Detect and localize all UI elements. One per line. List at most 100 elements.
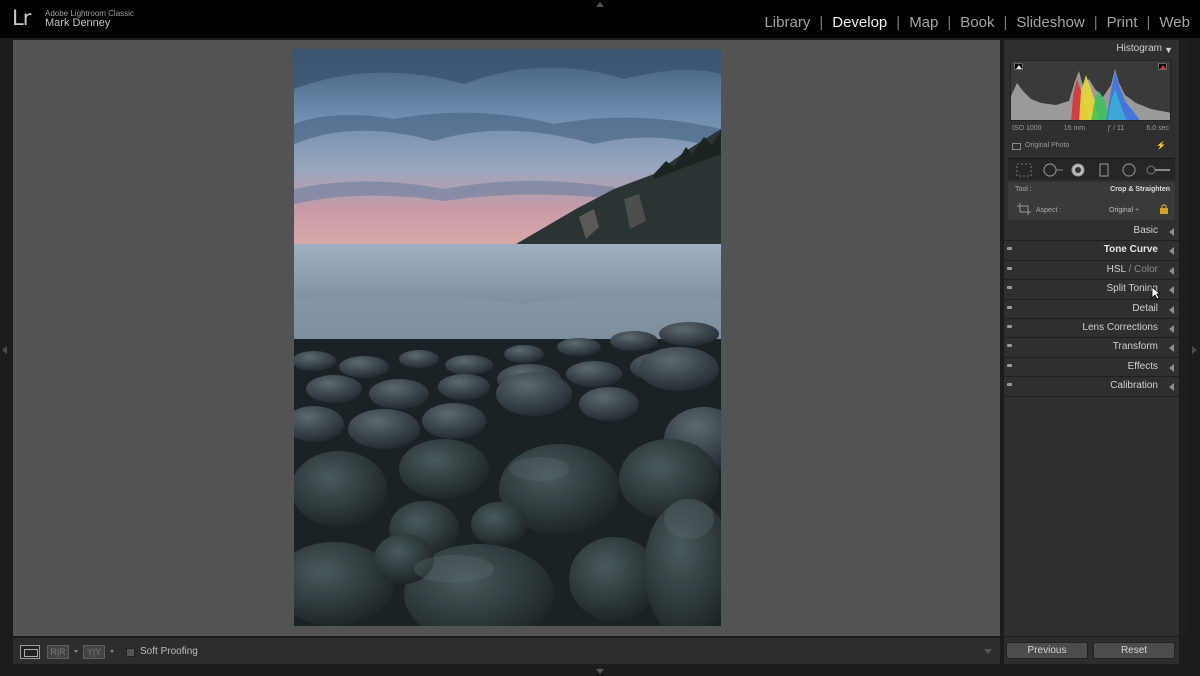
aspect-label: Aspect : [1036,207,1062,214]
histogram-graph[interactable] [1010,60,1171,121]
panel-toggle-switch-icon[interactable] [1007,383,1012,387]
expand-icon [1169,266,1174,275]
develop-panel-sections: Basic Tone Curve HSL / Color Split Tonin… [1004,222,1179,397]
hsl-tab[interactable]: HSL [1107,264,1126,275]
identity-plate: Lr Adobe Lightroom Classic Mark Denney L… [0,0,1200,38]
histogram-collapse-icon[interactable]: ▼ [1164,45,1173,55]
panel-detail-label: Detail [1132,302,1158,314]
panel-tone-curve-label: Tone Curve [1103,244,1158,256]
collapse-right-panel-arrow-icon[interactable] [1192,346,1197,354]
panel-toggle-switch-icon[interactable] [1007,305,1012,309]
previous-button[interactable]: Previous [1006,642,1088,659]
soft-proofing-label[interactable]: Soft Proofing [140,646,198,657]
radial-filter-tool-icon[interactable] [1121,163,1137,177]
shutter-speed-value: 6.0 sec [1146,125,1169,132]
tool-strip [1008,158,1175,180]
module-separator: | [947,14,952,31]
module-separator: | [819,14,824,31]
hsl-divider: / [1125,263,1135,275]
highlight-clipping-toggle-icon[interactable] [1158,63,1167,70]
mouse-cursor-icon [1151,286,1161,300]
spot-removal-tool-icon[interactable] [1042,163,1064,177]
loupe-view-button[interactable] [20,645,40,659]
panel-tone-curve[interactable]: Tone Curve [1004,241,1179,261]
right-panel-scrollbar[interactable] [1181,40,1187,636]
photo-preview[interactable] [294,49,721,626]
color-tab[interactable]: Color [1134,264,1158,275]
panel-toggle-switch-icon[interactable] [1007,247,1012,251]
focal-length-value: 16 mm [1063,125,1086,132]
shadow-clipping-toggle-icon[interactable] [1014,63,1023,70]
tool-value: Crop & Straighten [1110,186,1170,193]
module-print[interactable]: Print [1105,14,1140,31]
module-separator: | [1093,14,1098,31]
before-after-swap-button[interactable]: Y|Y [83,645,105,659]
panel-toggle-switch-icon[interactable] [1007,363,1012,367]
panel-lens-corrections-label: Lens Corrections [1082,321,1158,333]
collapse-top-panel-arrow-icon[interactable] [596,2,604,7]
smart-preview-flag-icon[interactable]: ⚡ [1156,141,1166,150]
panel-basic-label: Basic [1133,225,1158,236]
expand-icon [1169,344,1174,353]
panel-effects-label: Effects [1127,360,1158,372]
original-photo-row: Original Photo ⚡ [1012,141,1172,153]
original-photo-icon [1012,143,1021,150]
panel-effects[interactable]: Effects [1004,358,1179,378]
panel-transform-label: Transform [1112,341,1158,353]
expand-icon [1169,305,1174,314]
panel-transform[interactable]: Transform [1004,338,1179,358]
histogram-curve [1011,69,1170,120]
panel-hsl-label: HSL / Color [1107,264,1158,275]
expand-icon [1169,228,1174,236]
red-eye-tool-icon[interactable] [1070,163,1086,177]
toolbar-content-menu-icon[interactable] [982,646,994,656]
exif-info: ISO 1000 16 mm ƒ / 11 6.0 sec [1012,125,1169,132]
collapse-left-panel-arrow-icon[interactable] [2,346,7,354]
original-photo-label: Original Photo [1025,142,1070,149]
aperture-value: ƒ / 11 [1107,125,1125,132]
panel-toggle-switch-icon[interactable] [1007,266,1012,270]
adjustment-brush-tool-icon[interactable] [1145,163,1171,177]
module-develop[interactable]: Develop [830,14,889,31]
panel-toggle-switch-icon[interactable] [1007,286,1012,290]
view-toolbar: R|R Y|Y Soft Proofing [13,637,1000,664]
panel-calibration[interactable]: Calibration [1004,377,1179,397]
before-after-dropdown-icon[interactable] [74,650,78,653]
module-map[interactable]: Map [907,14,940,31]
crop-frame-icon[interactable] [1017,203,1031,215]
aspect-dropdown[interactable]: Original ÷ [1109,207,1139,214]
crop-overlay-tool-icon[interactable] [1016,163,1032,177]
histogram-header[interactable]: Histogram ▼ [1004,40,1179,58]
swap-dropdown-icon[interactable] [110,650,114,653]
panel-hsl-color[interactable]: HSL / Color [1004,261,1179,281]
module-separator: | [1146,14,1151,31]
module-separator: | [1003,14,1008,31]
soft-proofing-checkbox[interactable] [126,648,135,657]
before-after-left-right-button[interactable]: R|R [47,645,69,659]
module-book[interactable]: Book [958,14,996,31]
module-web[interactable]: Web [1157,14,1192,31]
panel-lens-corrections[interactable]: Lens Corrections [1004,319,1179,339]
expand-icon [1169,363,1174,372]
panel-toggle-switch-icon[interactable] [1007,344,1012,348]
module-separator: | [896,14,901,31]
collapse-filmstrip-arrow-icon[interactable] [596,669,604,674]
panel-detail[interactable]: Detail [1004,300,1179,319]
aspect-lock-icon[interactable] [1159,204,1169,214]
coastal-boulders-photo [294,49,721,626]
expand-icon [1169,324,1174,333]
right-panel: Histogram ▼ ISO 1000 16 mm ƒ / 11 6.0 se… [1004,40,1179,636]
panel-basic[interactable]: Basic [1004,222,1179,242]
module-library[interactable]: Library [762,14,812,31]
tool-label: Tool : [1015,186,1032,193]
panel-toggle-switch-icon[interactable] [1007,324,1012,328]
reset-button[interactable]: Reset [1093,642,1175,659]
expand-icon [1169,383,1174,392]
crop-tool-options: Tool : Crop & Straighten Aspect : Origin… [1008,182,1175,220]
expand-icon [1169,247,1174,256]
graduated-filter-tool-icon[interactable] [1096,163,1112,177]
histogram-title: Histogram [1116,43,1162,54]
develop-buttons: Previous Reset [1004,637,1179,664]
iso-value: ISO 1000 [1012,125,1042,132]
module-slideshow[interactable]: Slideshow [1014,14,1086,31]
